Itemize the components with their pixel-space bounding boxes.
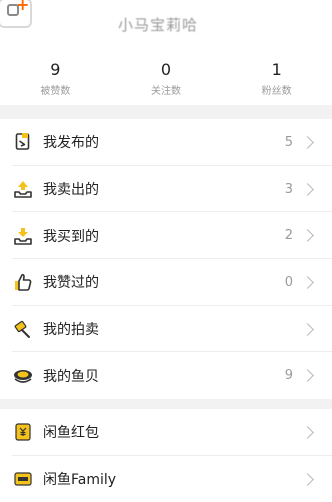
username: 小马宝莉哈 [118,16,199,34]
add-icon: + [16,0,30,14]
menu-item-label: 闲鱼Family [43,472,117,489]
menu-item-label: 我卖出的 [43,182,99,199]
stat-likes[interactable]: 9 被赞数 [0,50,111,105]
stat-value: 1 [271,60,282,79]
menu-list-primary: 我发布的 5 我卖出的 3 我买到的 2 我赞过的 0 我的拍卖 我的鱼贝 9 [0,119,332,400]
download-tray-icon [12,225,34,247]
stat-followers[interactable]: 1 粉丝数 [221,50,332,105]
menu-item-label: 我赞过的 [43,275,99,292]
menu-item-count: 9 [284,368,293,384]
menu-item-auction[interactable]: 我的拍卖 [0,306,332,353]
menu-item-label: 我发布的 [43,135,99,152]
stat-label: 粉丝数 [261,86,292,97]
red-envelope-icon [12,421,34,443]
stat-label: 关注数 [151,86,181,97]
stat-label: 被赞数 [40,86,71,97]
document-icon [12,131,34,153]
stat-value: 9 [50,60,61,79]
menu-item-count: 2 [284,228,293,244]
menu-item-published[interactable]: 我发布的 5 [0,119,332,166]
menu-item-red-envelope[interactable]: 闲鱼红包 [0,409,332,456]
menu-item-shells[interactable]: 我的鱼贝 9 [0,352,332,399]
chevron-right-icon [301,369,314,383]
chevron-right-icon [301,135,314,149]
chevron-right-icon [301,182,314,196]
chevron-right-icon [301,472,314,486]
menu-item-label: 我的拍卖 [43,322,99,339]
menu-item-count: 3 [284,181,293,197]
section-divider [0,399,332,409]
section-divider [0,105,332,119]
menu-item-count: 5 [284,134,293,150]
avatar[interactable]: + [0,0,32,28]
stats-bar: 9 被赞数 0 关注数 1 粉丝数 [0,50,332,105]
menu-item-count: 0 [284,274,293,290]
shell-icon [12,365,34,387]
menu-item-label: 我的鱼贝 [43,368,99,385]
menu-list-secondary: 闲鱼红包 闲鱼Family [0,409,332,502]
chevron-right-icon [301,229,314,243]
chevron-right-icon [301,425,314,439]
chevron-right-icon [301,322,314,336]
menu-item-family[interactable]: 闲鱼Family [0,456,332,502]
stat-value: 0 [160,60,172,79]
stat-following[interactable]: 0 关注数 [111,50,222,105]
auction-hammer-icon [12,318,34,340]
menu-item-label: 我买到的 [43,228,99,245]
menu-item-sold[interactable]: 我卖出的 3 [0,166,332,213]
thumbs-up-icon [12,271,34,293]
menu-item-label: 闲鱼红包 [43,425,99,442]
upload-tray-icon [12,178,34,200]
menu-item-bought[interactable]: 我买到的 2 [0,212,332,259]
chevron-right-icon [301,276,314,289]
menu-item-liked[interactable]: 我赞过的 0 [0,259,332,306]
profile-header: + 小马宝莉哈 [0,0,332,50]
family-card-icon [12,468,34,490]
